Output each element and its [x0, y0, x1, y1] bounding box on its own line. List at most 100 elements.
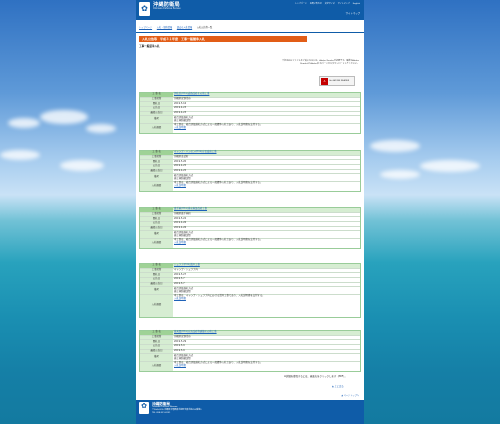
- bid-title-link[interactable]: シュワブ(H31)護岸工事: [174, 263, 200, 266]
- main-page: ✿ 沖縄防衛局 Okinawa Defense Bureau トップページ お問…: [136, 0, 364, 424]
- bid-row-value: 2019.5.16: [173, 102, 360, 106]
- bid-row-key: 入札概要: [140, 181, 173, 191]
- bid-row-key: 工事場所: [140, 155, 173, 160]
- bid-title-link[interactable]: 伊佐浜(H31)道路改修その他工事: [174, 92, 209, 95]
- adobe-reader-label: Get ADOBE READER: [329, 79, 350, 82]
- adobe-reader-button[interactable]: A Get ADOBE READER: [319, 76, 355, 86]
- bid-row-key: 備考: [140, 231, 173, 238]
- bid-row-value: 2019.5.22: [173, 217, 360, 221]
- header-nav-contact[interactable]: お問い合わせ: [310, 3, 322, 5]
- header-nav-home[interactable]: トップページ: [295, 3, 307, 5]
- bid-row-key: 入札概要: [140, 238, 173, 248]
- breadcrumb-home[interactable]: トップページ: [139, 26, 152, 29]
- bid-row-value[interactable]: シュワブ(H31)護岸工事: [173, 263, 360, 268]
- bid-row-key: 最終公告日: [140, 169, 173, 174]
- bid-row: 入札概要 本工事は、キャンプ・シュワブ内における護岸工事であり、入札説明書を交付す…: [140, 294, 360, 317]
- bid-row-value[interactable]: キャンプ・ハンセン(H31)庁舎改修工事: [173, 150, 360, 155]
- footer-info: 沖縄防衛局 Okinawa Defense Bureau 〒904-0295 沖…: [152, 402, 201, 422]
- bid-row-value: 2019.4.23: [173, 107, 360, 111]
- breadcrumb: トップページ 入札・契約情報 過去の入札情報 入札公告等一覧: [136, 20, 364, 32]
- page-title: 入札公告等 平成３１年度 工事一般競争入札: [139, 35, 307, 42]
- bid-row-value: 2019.5.29: [173, 340, 360, 344]
- bottom-note: ※詳細を参照するには、画面左をクリックします（PDF）。: [284, 375, 347, 378]
- site-footer: ▲ ページトップへ ✿ 沖縄防衛局 Okinawa Defense Bureau…: [136, 394, 364, 424]
- bid-title-link[interactable]: 嘉手納(H31)排水施設改修工事: [174, 207, 207, 210]
- pdf-icon: A: [321, 77, 328, 85]
- breadcrumb-bidding[interactable]: 入札・契約情報: [157, 26, 172, 29]
- bid-row-key: 最終公告日: [140, 226, 173, 231]
- bid-row-value: 本工事は、総合評価落札方式による一般競争入札であり、入札説明書を交付する。 入札説…: [173, 238, 360, 248]
- header-nav-fontsize[interactable]: 文字サイズ: [325, 3, 335, 5]
- bid-row-value[interactable]: 普天間(H31)庁舎改修等建築その他工事: [173, 330, 360, 335]
- bid-row-key: 工事場所: [140, 335, 173, 340]
- pdf-note: 下記のPDFファイルをご覧になるには、Adobe Readerが必要です。最新の…: [282, 60, 359, 65]
- bid-row-value: 沖縄県宜野湾市: [173, 335, 360, 340]
- site-subtitle: Okinawa Defense Bureau: [153, 7, 181, 11]
- bid-row-key: 工事場所: [140, 97, 173, 102]
- bid-note-sub: 施工体制確認型: [174, 176, 191, 180]
- bid-row-key: 工事場所: [140, 268, 173, 273]
- footer-page-top-link[interactable]: ▲ ページトップへ: [341, 394, 359, 398]
- header-nav-english[interactable]: English: [353, 3, 360, 5]
- divider: [136, 31, 364, 33]
- bid-note-sub: 施工体制確認型: [174, 289, 191, 293]
- bid-row-value: 2019.5.7: [173, 282, 360, 287]
- bid-row: 入札概要 本工事は、総合評価落札方式による一般競争入札であり、入札説明書を交付する…: [140, 181, 360, 191]
- bid-document-link[interactable]: 入札説明書: [174, 241, 359, 245]
- bid-row-key: 最終公告日: [140, 111, 173, 116]
- bid-row-key: 最終公告日: [140, 282, 173, 287]
- breadcrumb-past[interactable]: 過去の入札情報: [177, 26, 192, 29]
- bid-row-value: 2019.4.26: [173, 222, 360, 226]
- bid-row-value: 2019.5.9: [173, 349, 360, 354]
- breadcrumb-current: 入札公告等一覧: [196, 26, 213, 29]
- bid-row-value: キャンプ・シュワブ内: [173, 268, 360, 273]
- bid-document-link[interactable]: 入札説明書: [174, 364, 359, 368]
- bid-row-value: 沖縄県金武町: [173, 155, 360, 160]
- bid-block: 工 事 名嘉手納(H31)排水施設改修工事 工事場所 沖縄県嘉手納町 開札日 2019.…: [139, 207, 361, 249]
- bid-row-value: 総合評価落札方式 施工体制確認型: [173, 354, 360, 361]
- bid-document-link[interactable]: 入札説明書: [174, 297, 359, 301]
- bid-row-value: 2019.5.9: [173, 345, 360, 349]
- bid-row-value: 2019.4.26: [173, 226, 360, 231]
- bid-block: 工 事 名キャンプ・ハンセン(H31)庁舎改修工事 工事場所 沖縄県金武町 開札日 20…: [139, 150, 361, 192]
- bid-title-link[interactable]: 普天間(H31)庁舎改修等建築その他工事: [174, 330, 217, 333]
- bid-row-value: 2019.4.25: [173, 165, 360, 169]
- bid-row-value: 2019.5.27: [173, 273, 360, 277]
- bid-row: 入札概要 本工事は、総合評価落札方式による一般競争入札であり、入札説明書を交付する…: [140, 361, 360, 371]
- bid-row-key: 入札概要: [140, 123, 173, 133]
- bid-document-link[interactable]: 入札説明書: [174, 126, 359, 130]
- bid-row-key: 備考: [140, 116, 173, 123]
- site-header: ✿ 沖縄防衛局 Okinawa Defense Bureau トップページ お問…: [136, 0, 364, 20]
- header-nav-sitemap[interactable]: サイトマップ: [338, 3, 350, 5]
- section-title: 工事一般競争入札: [139, 44, 160, 48]
- bid-row-key: 入札概要: [140, 361, 173, 371]
- bid-row-value[interactable]: 伊佐浜(H31)道路改修その他工事: [173, 92, 360, 97]
- bid-row-value: 本工事は、総合評価落札方式による一般競争入札であり、入札説明書を交付する。 入札説…: [173, 361, 360, 371]
- bid-row: 入札概要 本工事は、総合評価落札方式による一般競争入札であり、入札説明書を交付する…: [140, 238, 360, 248]
- bid-document-link[interactable]: 入札説明書: [174, 184, 359, 188]
- bid-row-key: 工事場所: [140, 212, 173, 217]
- bid-block: 工 事 名シュワブ(H31)護岸工事 工事場所 キャンプ・シュワブ内 開札日 2019.…: [139, 263, 361, 318]
- bid-row-value: 総合評価落札方式 施工体制確認型: [173, 174, 360, 181]
- bid-block: 工 事 名普天間(H31)庁舎改修等建築その他工事 工事場所 沖縄県宜野湾市 開札日 2…: [139, 330, 361, 372]
- bid-title-link[interactable]: キャンプ・ハンセン(H31)庁舎改修工事: [174, 150, 217, 153]
- bid-row-key: 最終公告日: [140, 349, 173, 354]
- bid-note-sub: 施工体制確認型: [174, 233, 191, 237]
- bid-row-key: 備考: [140, 354, 173, 361]
- bid-row-value: 2019.4.23: [173, 111, 360, 116]
- bureau-logo-icon[interactable]: ✿: [139, 2, 150, 16]
- footer-logo-icon: ✿: [139, 402, 149, 414]
- bid-note-sub: 施工体制確認型: [174, 356, 191, 360]
- back-to-top-link[interactable]: ▲ 上に戻る: [332, 385, 344, 389]
- header-sitemap-link[interactable]: サイトマップ: [346, 12, 360, 16]
- bid-row: 入札概要 本工事は、総合評価落札方式による一般競争入札であり、入札説明書を交付する…: [140, 123, 360, 133]
- bid-note-sub: 施工体制確認型: [174, 118, 191, 122]
- bid-row-value: 本工事は、総合評価落札方式による一般競争入札であり、入札説明書を交付する。 入札説…: [173, 123, 360, 133]
- bid-block: 工 事 名伊佐浜(H31)道路改修その他工事 工事場所 沖縄県宜野湾市 開札日 2019…: [139, 92, 361, 134]
- site-brand[interactable]: 沖縄防衛局 Okinawa Defense Bureau: [153, 2, 181, 11]
- bid-row-value[interactable]: 嘉手納(H31)排水施設改修工事: [173, 207, 360, 212]
- bid-row-value: 2019.5.7: [173, 278, 360, 282]
- bid-row-value: 2019.4.25: [173, 169, 360, 174]
- footer-tel: TEL 098-921-8131: [152, 411, 171, 414]
- bid-row-value: 総合評価落札方式 施工体制確認型: [173, 116, 360, 123]
